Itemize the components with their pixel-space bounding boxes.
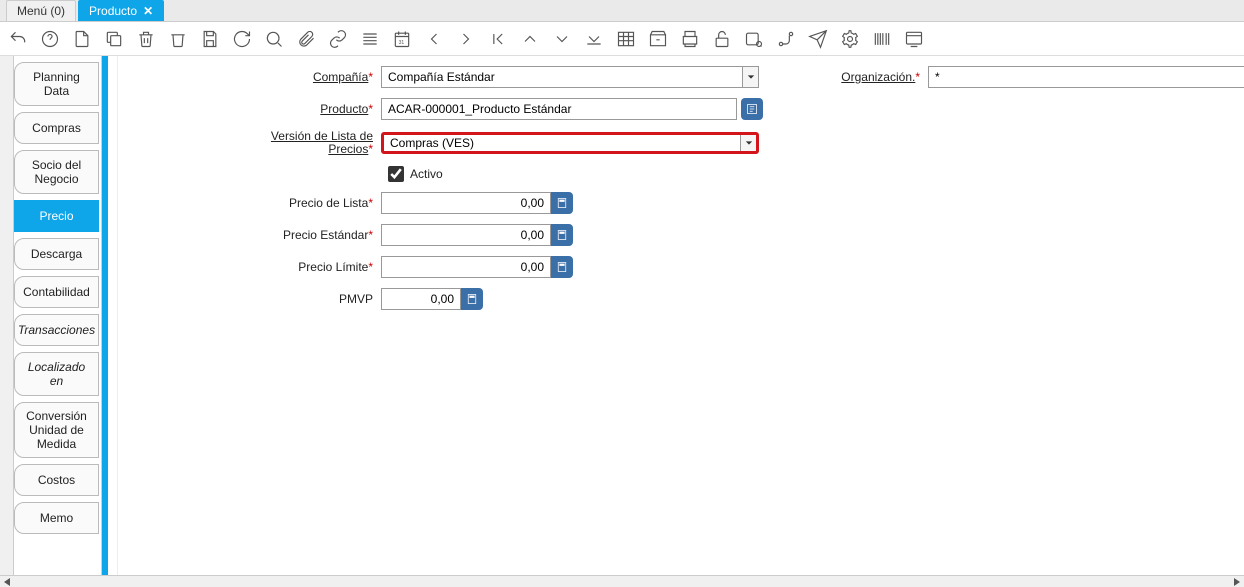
producto-label: Producto* — [126, 102, 381, 116]
sidebar-item-compras[interactable]: Compras — [14, 112, 99, 144]
side-nav: Planning Data Compras Socio del Negocio … — [14, 56, 102, 575]
send-icon[interactable] — [806, 27, 830, 51]
precio-limite-field — [381, 256, 573, 278]
sidebar-item-conversion[interactable]: Conversión Unidad de Medida — [14, 402, 99, 458]
producto-combo[interactable] — [381, 98, 737, 120]
organizacion-input[interactable] — [929, 67, 1244, 87]
link-icon[interactable] — [326, 27, 350, 51]
precio-lista-field — [381, 192, 573, 214]
screen-icon[interactable] — [902, 27, 926, 51]
tab-producto-label: Producto — [89, 4, 137, 18]
sidebar-item-socio[interactable]: Socio del Negocio — [14, 150, 99, 194]
undo-icon[interactable] — [6, 27, 30, 51]
prev-icon[interactable] — [422, 27, 446, 51]
copy-icon[interactable] — [102, 27, 126, 51]
lock-icon[interactable] — [710, 27, 734, 51]
organizacion-combo[interactable] — [928, 66, 1244, 88]
organizacion-label: Organización.* — [838, 70, 928, 84]
precio-limite-input[interactable] — [381, 256, 551, 278]
activo-input[interactable] — [388, 166, 404, 182]
attach-icon[interactable] — [294, 27, 318, 51]
compania-label: Compañía* — [126, 70, 381, 84]
scroll-left-icon[interactable] — [0, 577, 14, 587]
calculator-icon[interactable] — [551, 256, 573, 278]
list-icon[interactable] — [358, 27, 382, 51]
version-combo[interactable] — [381, 132, 759, 154]
tab-menu[interactable]: Menú (0) — [6, 0, 76, 21]
next-icon[interactable] — [454, 27, 478, 51]
chevron-down-icon[interactable] — [742, 67, 758, 87]
chevron-down-icon[interactable] — [740, 135, 756, 151]
pmvp-input[interactable] — [381, 288, 461, 310]
save-icon[interactable] — [198, 27, 222, 51]
precio-estandar-input[interactable] — [381, 224, 551, 246]
compania-input[interactable] — [382, 67, 742, 87]
precio-estandar-field — [381, 224, 573, 246]
new-icon[interactable] — [70, 27, 94, 51]
up-icon[interactable] — [518, 27, 542, 51]
producto-lookup-button[interactable] — [741, 98, 763, 120]
refresh-icon[interactable] — [230, 27, 254, 51]
grid-icon[interactable] — [614, 27, 638, 51]
toolbar: 31 — [0, 22, 1244, 56]
activo-checkbox[interactable]: Activo — [388, 166, 443, 182]
sidebar-item-transacciones[interactable]: Transacciones — [14, 314, 99, 346]
precio-lista-input[interactable] — [381, 192, 551, 214]
main: Planning Data Compras Socio del Negocio … — [0, 56, 1244, 575]
help-icon[interactable] — [38, 27, 62, 51]
workflow-icon[interactable] — [774, 27, 798, 51]
version-input[interactable] — [384, 135, 740, 151]
form-gutter — [108, 56, 118, 575]
org-block: Organización.* — [838, 66, 1244, 88]
tab-producto[interactable]: Producto ✕ — [78, 0, 164, 21]
precio-lista-label: Precio de Lista* — [126, 196, 381, 210]
form-area: Organización.* Compañía* Producto* — [118, 56, 1244, 575]
barcode-icon[interactable] — [870, 27, 894, 51]
status-bar — [0, 575, 1244, 587]
pmvp-field — [381, 288, 483, 310]
sidebar-item-costos[interactable]: Costos — [14, 464, 99, 496]
sidebar-item-descarga[interactable]: Descarga — [14, 238, 99, 270]
last-icon[interactable] — [582, 27, 606, 51]
pmvp-label: PMVP — [126, 292, 381, 306]
search-icon[interactable] — [262, 27, 286, 51]
calculator-icon[interactable] — [551, 192, 573, 214]
sidebar-item-contabilidad[interactable]: Contabilidad — [14, 276, 99, 308]
compania-combo[interactable] — [381, 66, 759, 88]
activo-label: Activo — [410, 167, 443, 181]
sidebar-item-memo[interactable]: Memo — [14, 502, 99, 534]
precio-limite-label: Precio Límite* — [126, 260, 381, 274]
sidebar-item-precio[interactable]: Precio — [14, 200, 99, 232]
calendar-icon[interactable]: 31 — [390, 27, 414, 51]
down-icon[interactable] — [550, 27, 574, 51]
scroll-right-icon[interactable] — [1230, 577, 1244, 587]
archive-icon[interactable] — [646, 27, 670, 51]
first-icon[interactable] — [486, 27, 510, 51]
version-label: Versión de Lista de Precios* — [126, 130, 381, 156]
precio-estandar-label: Precio Estándar* — [126, 228, 381, 242]
top-tabs: Menú (0) Producto ✕ — [0, 0, 1244, 22]
producto-input[interactable] — [382, 99, 736, 119]
sidebar-item-localizado[interactable]: Localizado en — [14, 352, 99, 396]
trash-icon[interactable] — [166, 27, 190, 51]
close-icon[interactable]: ✕ — [143, 4, 153, 18]
calculator-icon[interactable] — [551, 224, 573, 246]
left-gutter — [0, 56, 14, 575]
delete-icon[interactable] — [134, 27, 158, 51]
gear-icon[interactable] — [838, 27, 862, 51]
print-icon[interactable] — [678, 27, 702, 51]
svg-text:31: 31 — [399, 40, 405, 46]
zoom-icon[interactable] — [742, 27, 766, 51]
calculator-icon[interactable] — [461, 288, 483, 310]
sidebar-item-planning[interactable]: Planning Data — [14, 62, 99, 106]
